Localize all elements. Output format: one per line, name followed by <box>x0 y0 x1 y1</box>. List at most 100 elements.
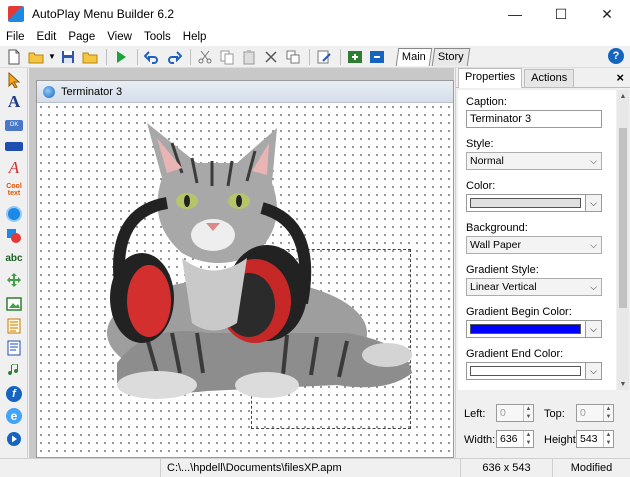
select-arrow-icon <box>8 72 21 88</box>
panel-close-button[interactable]: × <box>616 70 624 85</box>
gradient-begin-picker[interactable]: ⌵ <box>466 320 602 338</box>
chevron-down-icon[interactable]: ⌵ <box>585 363 601 379</box>
object-toolbar: A OK A Cool text abc f e <box>0 68 28 458</box>
page-canvas[interactable] <box>37 103 453 457</box>
delete-button[interactable] <box>261 48 281 66</box>
copy-button[interactable] <box>217 48 237 66</box>
menu-page[interactable]: Page <box>62 31 101 43</box>
open-folder-button[interactable] <box>26 48 46 66</box>
duplicate-icon <box>286 50 300 63</box>
chevron-down-icon[interactable]: ⌵ <box>585 195 601 211</box>
caption-input[interactable]: Terminator 3 <box>466 110 602 128</box>
chevron-down-icon[interactable]: ⌵ <box>585 321 601 337</box>
move-icon <box>7 273 21 287</box>
paste-icon <box>243 49 255 64</box>
menu-view[interactable]: View <box>101 31 138 43</box>
duplicate-button[interactable] <box>283 48 303 66</box>
image-tool[interactable] <box>4 294 24 314</box>
toolbar-separator <box>309 48 310 65</box>
open-dropdown-button[interactable]: ▼ <box>48 48 56 66</box>
abc-text-tool[interactable]: abc <box>4 248 24 268</box>
minimize-button[interactable]: — <box>492 0 538 28</box>
undo-button[interactable] <box>142 48 162 66</box>
open-recent-button[interactable] <box>80 48 100 66</box>
edit-page-icon <box>317 50 331 63</box>
main-toolbar: ▼ Main Story ? <box>0 46 630 68</box>
top-spinner[interactable]: 0 ▲ ▼ <box>576 404 614 422</box>
move-tool[interactable] <box>4 270 24 290</box>
text-tool[interactable]: A <box>4 92 24 112</box>
menu-help[interactable]: Help <box>177 31 213 43</box>
status-bar: C:\...\hpdell\Documents\filesXP.apm 636 … <box>0 458 630 477</box>
save-button[interactable] <box>58 48 78 66</box>
properties-scrollbar[interactable]: ▲ ▼ <box>617 90 629 390</box>
tab-actions[interactable]: Actions <box>524 69 575 87</box>
left-value: 0 <box>500 407 506 419</box>
spinner-arrows-icon: ▲ ▼ <box>523 431 533 447</box>
background-select[interactable]: Wall Paper ⌵ <box>466 236 602 254</box>
left-spinner[interactable]: 0 ▲ ▼ <box>496 404 534 422</box>
media-tool[interactable] <box>4 429 24 449</box>
remove-page-button[interactable] <box>367 48 387 66</box>
style-select[interactable]: Normal ⌵ <box>466 152 602 170</box>
cat-headphones-image[interactable] <box>87 123 417 423</box>
button-tool[interactable]: OK <box>4 115 24 135</box>
design-area: Terminator 3 <box>29 68 454 458</box>
image-tool-icon <box>6 297 22 311</box>
paste-button[interactable] <box>239 48 259 66</box>
menu-file[interactable]: File <box>0 31 31 43</box>
help-button[interactable]: ? <box>608 48 624 64</box>
status-empty <box>0 459 160 477</box>
run-button[interactable] <box>111 48 131 66</box>
music-icon <box>8 364 19 376</box>
tab-main[interactable]: Main <box>395 47 433 66</box>
gradient-style-select[interactable]: Linear Vertical ⌵ <box>466 278 602 296</box>
abc-text-icon: abc <box>5 252 23 264</box>
ie-browser-icon: e <box>6 408 22 424</box>
list-tool[interactable] <box>4 316 24 336</box>
rectangle-tool[interactable] <box>4 136 24 156</box>
tab-story[interactable]: Story <box>431 47 470 66</box>
play-icon <box>117 50 126 63</box>
redo-icon <box>168 50 182 64</box>
remove-page-icon <box>370 50 384 63</box>
edit-page-button[interactable] <box>314 48 334 66</box>
tab-properties[interactable]: Properties <box>458 68 523 88</box>
menu-edit[interactable]: Edit <box>31 31 63 43</box>
width-label: Width: <box>464 434 496 446</box>
height-spinner[interactable]: 543 ▲ ▼ <box>576 430 614 448</box>
new-file-button[interactable] <box>4 48 24 66</box>
checklist-icon <box>7 340 21 356</box>
add-page-button[interactable] <box>345 48 365 66</box>
copy-icon <box>220 50 234 64</box>
page-window[interactable]: Terminator 3 <box>36 80 454 458</box>
menu-tools[interactable]: Tools <box>138 31 177 43</box>
scroll-down-icon[interactable]: ▼ <box>617 378 629 390</box>
checklist-tool[interactable] <box>4 338 24 358</box>
status-file-path: C:\...\hpdell\Documents\filesXP.apm <box>160 459 460 477</box>
color-picker[interactable]: ⌵ <box>466 194 602 212</box>
background-label: Background: <box>466 222 528 234</box>
flash-tool[interactable]: f <box>4 384 24 404</box>
menu-bar: File Edit Page View Tools Help <box>0 28 630 46</box>
scroll-up-icon[interactable]: ▲ <box>617 90 629 102</box>
cool-text-tool[interactable]: Cool text <box>4 180 24 200</box>
maximize-button[interactable]: ☐ <box>538 0 584 28</box>
gradient-end-swatch <box>470 366 581 376</box>
browser-tool[interactable]: e <box>4 406 24 426</box>
scroll-thumb[interactable] <box>619 128 627 308</box>
gradient-end-picker[interactable]: ⌵ <box>466 362 602 380</box>
gradient-style-value: Linear Vertical <box>470 281 537 293</box>
spinner-arrows-icon: ▲ ▼ <box>523 405 533 421</box>
width-spinner[interactable]: 636 ▲ ▼ <box>496 430 534 448</box>
cut-button[interactable] <box>195 48 215 66</box>
select-tool[interactable] <box>4 70 24 90</box>
close-button[interactable]: ✕ <box>584 0 630 28</box>
font-text-tool[interactable]: A <box>4 158 24 178</box>
music-tool[interactable] <box>4 360 24 380</box>
left-label: Left: <box>464 408 486 420</box>
shapes-tool[interactable] <box>4 226 24 246</box>
redo-button[interactable] <box>164 48 184 66</box>
scissors-icon <box>198 50 212 63</box>
hotspot-tool[interactable] <box>4 204 24 224</box>
